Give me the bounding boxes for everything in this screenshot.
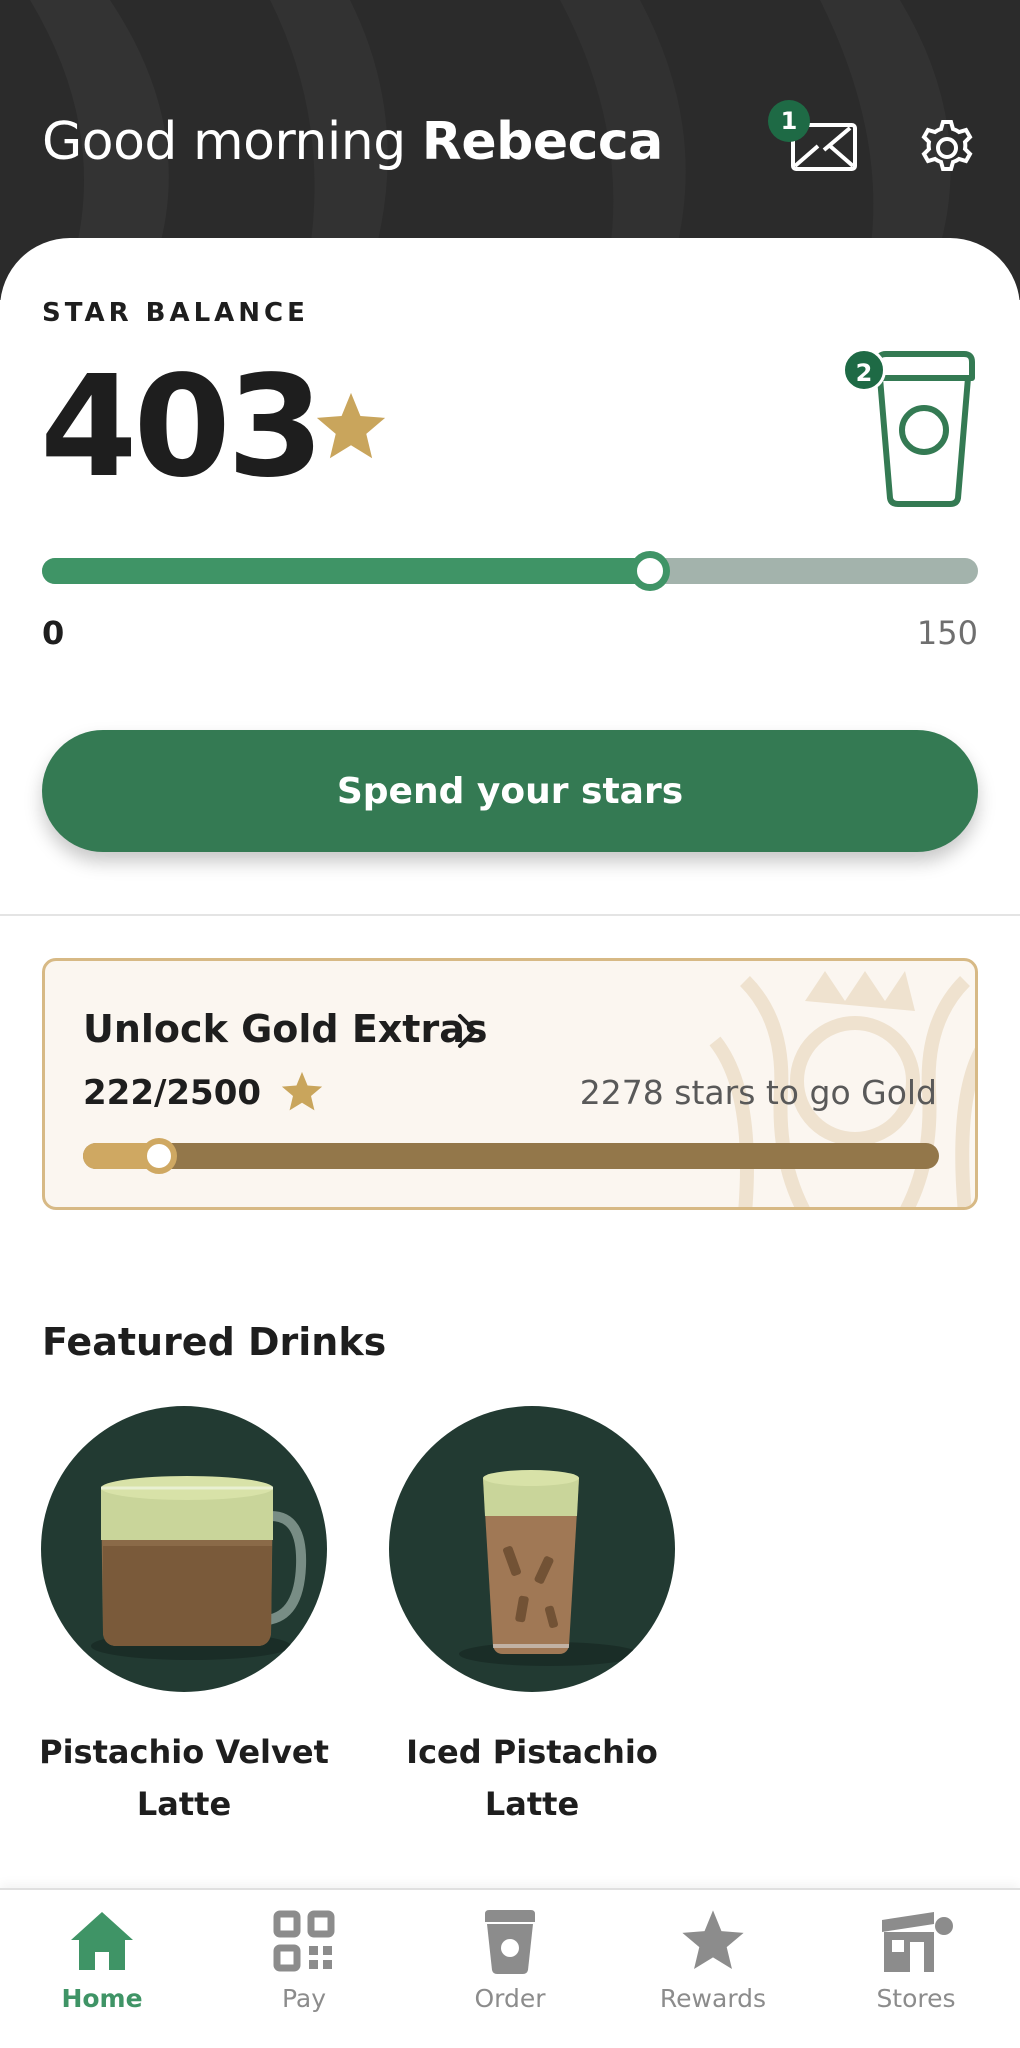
star-progress-knob — [630, 551, 671, 591]
user-name: Rebecca — [421, 112, 664, 172]
nav-label: Stores — [876, 1984, 956, 2013]
cup-icon — [485, 1910, 535, 1974]
qr-code-icon — [273, 1910, 335, 1972]
nav-item-stores[interactable]: Stores — [826, 1906, 1006, 2026]
nav-item-rewards[interactable]: Rewards — [623, 1906, 803, 2026]
drink-name-line2: Latte — [484, 1785, 580, 1823]
nav-item-pay[interactable]: Pay — [214, 1906, 394, 2026]
section-divider — [0, 914, 1020, 916]
nav-label: Pay — [281, 1984, 327, 2013]
star-icon — [682, 1910, 744, 1969]
settings-button[interactable] — [915, 116, 979, 180]
star-balance-card: STAR BALANCE 403 2 0 150 Spend your star… — [0, 238, 1020, 918]
featured-drink-card[interactable]: Iced Pistachio Latte — [382, 1406, 682, 1830]
star-icon — [281, 1071, 323, 1111]
nav-label: Rewards — [659, 1984, 767, 2013]
drink-image — [41, 1406, 327, 1692]
progress-min-label: 0 — [42, 614, 65, 652]
drink-name-line1: Pistachio Velvet — [39, 1733, 329, 1771]
drink-image — [389, 1406, 675, 1692]
drink-name: Pistachio Velvet Latte — [34, 1726, 334, 1830]
gold-extras-title: Unlock Gold Extras — [83, 1007, 488, 1051]
nav-item-order[interactable]: Order — [420, 1906, 600, 2026]
star-icon — [316, 392, 386, 459]
drink-name-line1: Iced Pistachio — [406, 1733, 658, 1771]
star-balance-label: STAR BALANCE — [42, 298, 309, 328]
chevron-right-icon — [458, 1014, 477, 1048]
star-progress-bar — [42, 551, 978, 591]
star-count: 403 — [40, 346, 324, 509]
featured-drink-card[interactable]: Pistachio Velvet Latte — [34, 1406, 334, 1830]
drink-name-line2: Latte — [136, 1785, 232, 1823]
greeting-prefix: Good morning — [42, 112, 406, 172]
nav-label: Order — [474, 1984, 546, 2013]
greeting-text: Good morning Rebecca — [42, 112, 663, 172]
featured-drinks-title: Featured Drinks — [42, 1320, 387, 1364]
gold-progress-bar — [83, 1138, 939, 1174]
gold-progress-knob — [141, 1138, 177, 1174]
home-icon — [71, 1912, 133, 1970]
gold-progress-text: 222/2500 — [83, 1073, 262, 1113]
rewards-badge: 2 — [842, 348, 886, 392]
gold-extras-card[interactable]: Unlock Gold Extras 222/2500 2278 stars t… — [42, 958, 978, 1210]
spend-stars-button[interactable]: Spend your stars — [42, 730, 978, 852]
bottom-nav: Home Pay Order Rewards Stores — [0, 1888, 1020, 2048]
star-progress-fill — [42, 558, 651, 584]
gold-remaining-text: 2278 stars to go Gold — [579, 1073, 937, 1112]
progress-max-label: 150 — [916, 614, 978, 652]
nav-item-home[interactable]: Home — [12, 1906, 192, 2026]
store-icon — [882, 1912, 953, 1972]
gear-icon — [921, 120, 973, 171]
inbox-badge: 1 — [768, 100, 810, 142]
drink-name: Iced Pistachio Latte — [382, 1726, 682, 1830]
nav-label: Home — [61, 1984, 143, 2013]
hot-latte-mug-image — [91, 1476, 307, 1660]
iced-latte-glass-image — [459, 1470, 639, 1666]
